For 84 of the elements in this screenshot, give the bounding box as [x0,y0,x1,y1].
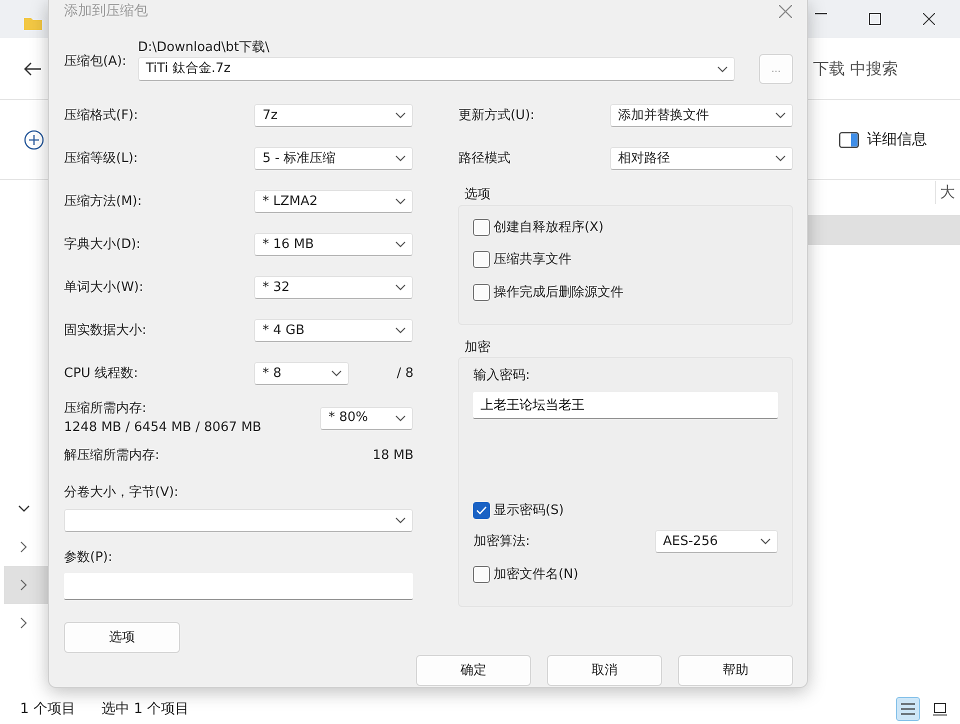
details-button[interactable]: 详细信息 [838,127,928,152]
checkbox-label: 压缩共享文件 [493,251,572,269]
dropdown[interactable]: 7z [254,104,414,127]
chevron-down-icon [775,155,786,162]
chevron-down-icon [760,538,771,545]
dropdown[interactable]: 添加并替换文件 [610,104,793,127]
column-header[interactable]: 大 [935,181,960,204]
selection-count: 选中 1 个项目 [101,700,190,718]
help-button[interactable]: 帮助 [678,655,793,686]
dropdown[interactable]: 相对路径 [610,147,793,170]
field-label: 压缩格式(F): [64,106,138,125]
dropdown[interactable]: * 80% [320,406,414,430]
parameters-input[interactable] [64,573,414,600]
field-label: 压缩等级(L): [64,150,138,168]
field-label: 压缩所需内存: [64,400,148,418]
dropdown[interactable]: AES-256 [655,530,778,553]
options-button[interactable]: 选项 [64,622,180,653]
ok-button[interactable]: 确定 [416,655,531,686]
list-icon [900,702,916,716]
chevron-down-icon [395,112,406,119]
cancel-button[interactable]: 取消 [547,655,662,686]
checkbox-label: 操作完成后删除源文件 [493,284,624,302]
checkbox[interactable] [473,251,490,268]
close-icon[interactable] [923,13,935,25]
field-label: 字典大小(D): [64,236,141,254]
field-label: 输入密码: [473,367,531,385]
chevron-down-icon [331,370,342,377]
archive-name-combobox[interactable]: TiTi 鈦合金.7z [138,57,736,81]
check-icon [476,506,488,515]
checkbox[interactable] [473,566,490,584]
field-label: 更新方式(U): [458,106,535,125]
field-label: 加密算法: [473,532,530,551]
dropdown[interactable]: * 4 GB [254,319,414,342]
chevron-down-icon [395,414,406,422]
dropdown[interactable]: 5 - 标准压缩 [254,147,414,170]
field-label: 路径模式 [458,150,510,168]
folder-icon [24,16,42,30]
tiles-icon [932,702,948,716]
checkbox[interactable] [473,218,490,236]
chevron-right-icon[interactable] [20,579,28,591]
memory-usage: 1248 MB / 6454 MB / 8067 MB [64,419,262,437]
checkbox-label: 创建自释放程序(X) [493,218,604,236]
chevron-down-icon [775,112,786,119]
chevron-down-icon [395,155,406,162]
chevron-down-icon [395,516,406,524]
back-arrow-icon[interactable] [24,62,42,76]
chevron-down-icon [395,241,406,248]
field-label: 固实数据大小: [64,322,146,340]
field-label: 单词大小(W): [64,278,144,297]
new-icon[interactable] [24,130,44,150]
dropdown[interactable]: * 32 [254,276,414,299]
field-label: 压缩包(A): [64,53,128,71]
memory-value: 18 MB [372,447,414,466]
checkbox-label: 显示密码(S) [493,502,564,520]
group-title: 选项 [463,186,492,204]
field-label: 解压缩所需内存: [64,447,160,466]
thread-count: / 8 [396,364,414,383]
search-placeholder[interactable]: 下载 中搜索 [812,56,898,80]
checkbox[interactable] [473,284,490,301]
field-label: 压缩方法(M): [64,192,142,211]
checkbox[interactable] [473,502,490,519]
chevron-down-icon [717,66,728,72]
item-count: 1 个项目 [20,700,76,718]
dropdown[interactable]: * 8 [254,362,350,385]
field-label: CPU 线程数: [64,364,138,383]
checkbox-label: 加密文件名(N) [493,566,578,584]
details-pane-icon [839,132,859,148]
dropdown[interactable]: * LZMA2 [254,190,414,213]
chevron-down-icon[interactable] [18,505,30,513]
password-input[interactable]: 上老王论坛当老王 [473,392,778,418]
dropdown[interactable]: * 16 MB [254,233,414,256]
field-label: 分卷大小，字节(V): [64,484,180,502]
maximize-icon[interactable] [869,13,881,25]
chevron-down-icon [395,198,406,205]
details-view-button[interactable] [896,697,920,721]
group-title: 加密 [463,338,492,356]
dialog-title: 添加到压缩包 [64,2,148,20]
archive-path: D:\Download\bt下载\ [138,39,270,57]
chevron-down-icon [395,327,406,334]
minimize-icon[interactable] [815,13,827,15]
chevron-down-icon [395,284,406,291]
chevron-right-icon[interactable] [20,541,28,553]
chevron-right-icon[interactable] [20,617,28,629]
field-label: 参数(P): [64,548,114,566]
